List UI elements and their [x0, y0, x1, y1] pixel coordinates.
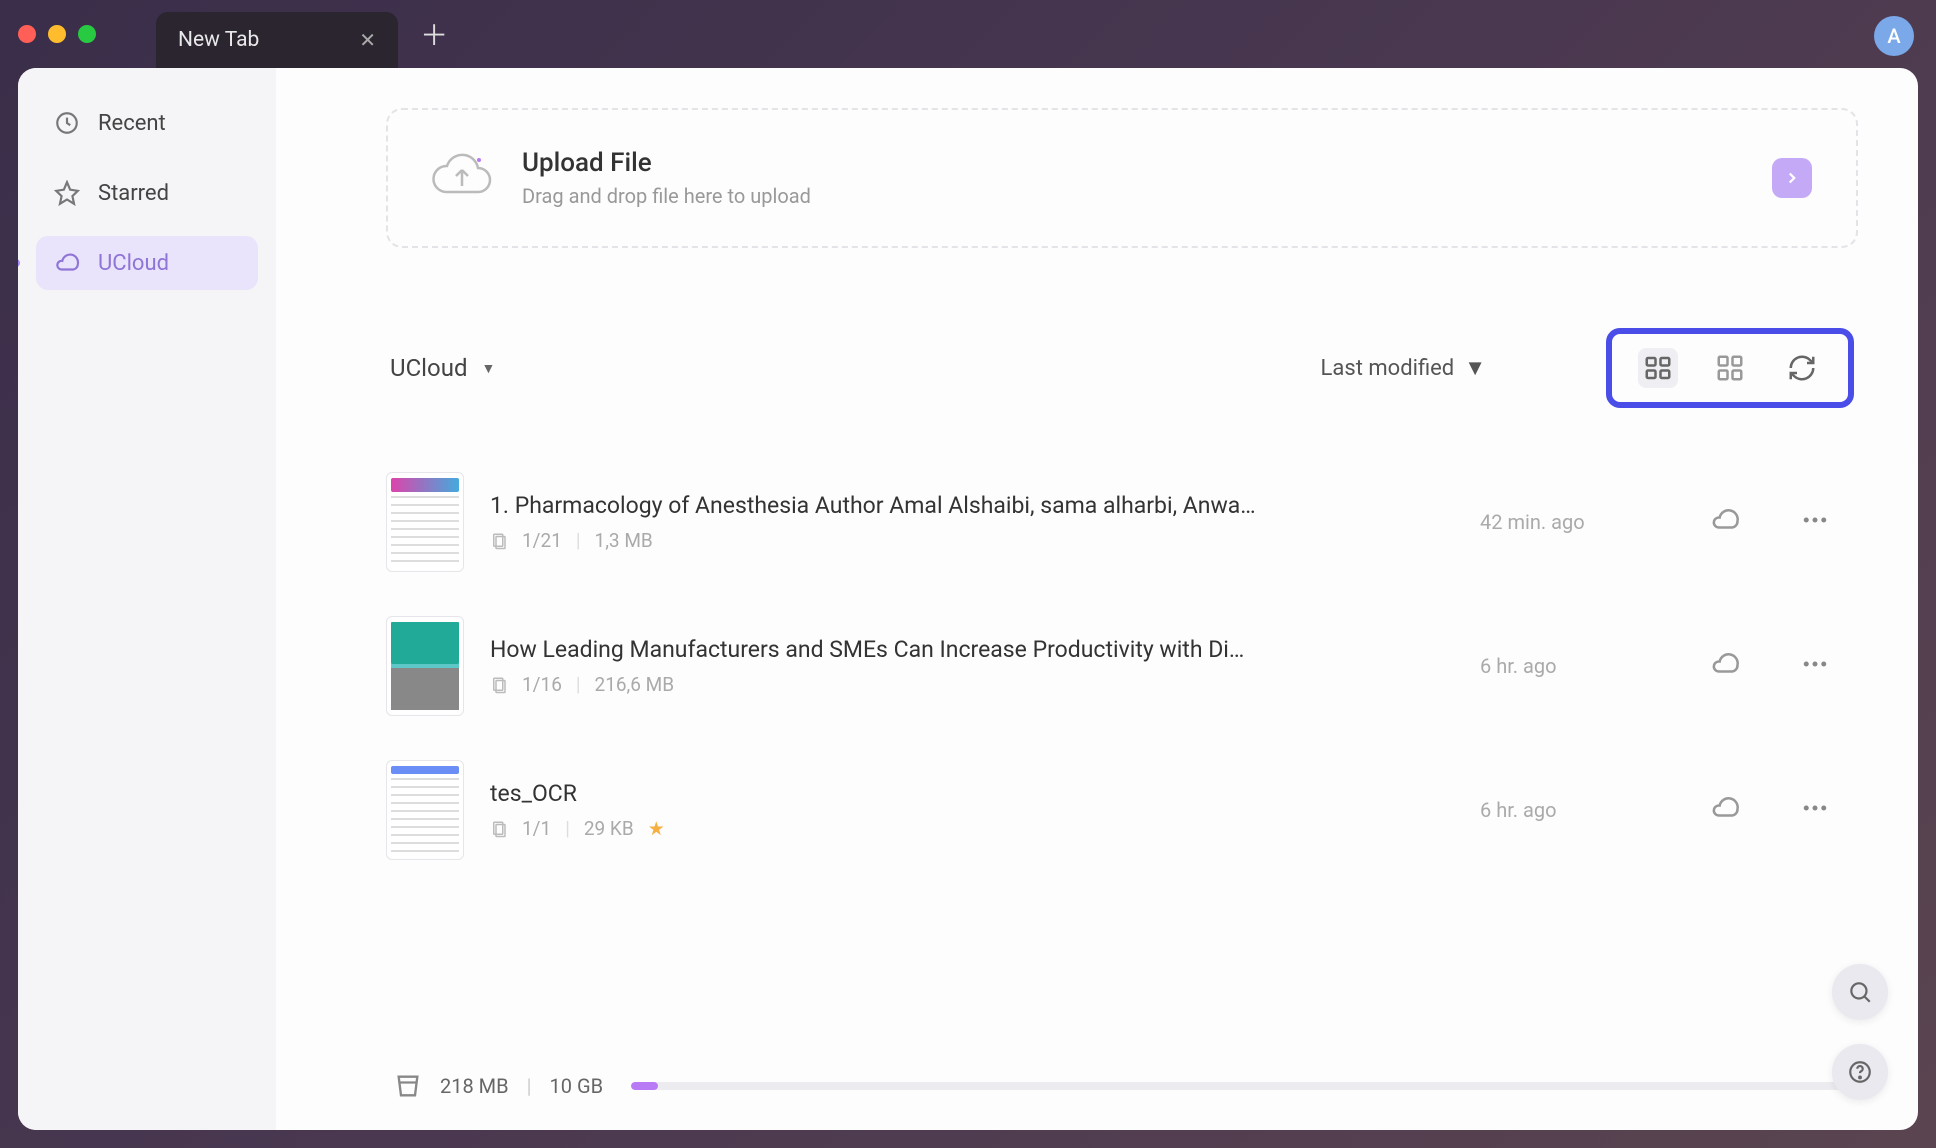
cloud-upload-icon — [432, 150, 492, 206]
sidebar-item-starred[interactable]: Starred — [36, 166, 258, 220]
file-time: 42 min. ago — [1480, 510, 1650, 534]
titlebar: New Tab ✕ ＋ A — [0, 0, 1936, 68]
location-label: UCloud — [390, 354, 467, 382]
caret-down-icon: ▼ — [481, 360, 495, 377]
new-tab-button[interactable]: ＋ — [420, 14, 448, 54]
file-meta: 1/21 | 1,3 MB — [490, 529, 1454, 552]
help-button[interactable] — [1832, 1044, 1888, 1100]
window-controls — [18, 25, 96, 43]
app-window: Recent Starred UCloud — [18, 68, 1918, 1130]
file-name: How Leading Manufacturers and SMEs Can I… — [490, 636, 1310, 663]
toolbar: UCloud ▼ Last modified ▼ — [386, 328, 1858, 408]
file-size: 29 KB — [584, 817, 634, 840]
maximize-window-button[interactable] — [78, 25, 96, 43]
avatar[interactable]: A — [1874, 16, 1914, 56]
file-meta: 1/16 | 216,6 MB — [490, 673, 1454, 696]
view-controls-highlight — [1606, 328, 1854, 408]
file-name: 1. Pharmacology of Anesthesia Author Ama… — [490, 492, 1310, 519]
upload-subtitle: Drag and drop file here to upload — [522, 184, 1742, 208]
file-pages: 1/16 — [522, 673, 562, 696]
file-info: tes_OCR 1/1 | 29 KB ★ — [490, 780, 1454, 840]
tabs: New Tab ✕ ＋ — [156, 0, 448, 68]
file-list: 1. Pharmacology of Anesthesia Author Ama… — [386, 450, 1858, 1052]
file-time: 6 hr. ago — [1480, 654, 1650, 678]
sidebar-item-recent[interactable]: Recent — [36, 96, 258, 150]
file-pages: 1/1 — [522, 817, 551, 840]
cloud-status-icon — [1710, 793, 1740, 827]
minimize-window-button[interactable] — [48, 25, 66, 43]
more-button[interactable] — [1800, 793, 1830, 827]
file-info: How Leading Manufacturers and SMEs Can I… — [490, 636, 1454, 696]
upload-expand-button[interactable] — [1772, 158, 1812, 198]
file-thumbnail — [386, 760, 464, 860]
file-thumbnail — [386, 616, 464, 716]
star-filled-icon: ★ — [648, 817, 665, 840]
file-size: 1,3 MB — [595, 529, 653, 552]
cloud-icon — [54, 250, 80, 276]
pages-icon — [490, 820, 508, 838]
sidebar-item-ucloud[interactable]: UCloud — [36, 236, 258, 290]
sidebar-item-label: Recent — [98, 111, 166, 136]
tab-label: New Tab — [178, 28, 259, 52]
storage-total: 10 GB — [550, 1074, 604, 1098]
file-thumbnail — [386, 472, 464, 572]
sidebar-item-label: Starred — [98, 181, 169, 206]
sort-dropdown[interactable]: Last modified ▼ — [1321, 355, 1486, 381]
refresh-button[interactable] — [1782, 348, 1822, 388]
file-pages: 1/21 — [522, 529, 562, 552]
list-view-button[interactable] — [1638, 348, 1678, 388]
pages-icon — [490, 532, 508, 550]
upload-title: Upload File — [522, 148, 1742, 178]
upload-dropzone[interactable]: Upload File Drag and drop file here to u… — [386, 108, 1858, 248]
pages-icon — [490, 676, 508, 694]
storage-icon — [394, 1072, 422, 1100]
floating-buttons — [1832, 964, 1888, 1100]
storage-progress — [631, 1082, 1850, 1090]
location-dropdown[interactable]: UCloud ▼ — [390, 354, 495, 382]
close-tab-icon[interactable]: ✕ — [359, 28, 376, 52]
storage-bar: 218 MB | 10 GB — [386, 1052, 1858, 1110]
file-time: 6 hr. ago — [1480, 798, 1650, 822]
file-size: 216,6 MB — [595, 673, 675, 696]
caret-down-icon: ▼ — [1464, 355, 1486, 381]
cloud-status-icon — [1710, 649, 1740, 683]
close-window-button[interactable] — [18, 25, 36, 43]
file-name: tes_OCR — [490, 780, 1310, 807]
storage-used: 218 MB — [440, 1074, 509, 1098]
file-row[interactable]: How Leading Manufacturers and SMEs Can I… — [386, 594, 1830, 738]
main-content: Upload File Drag and drop file here to u… — [276, 68, 1918, 1130]
cloud-status-icon — [1710, 505, 1740, 539]
more-button[interactable] — [1800, 505, 1830, 539]
grid-view-button[interactable] — [1710, 348, 1750, 388]
more-button[interactable] — [1800, 649, 1830, 683]
sidebar-item-label: UCloud — [98, 251, 169, 276]
file-row[interactable]: 1. Pharmacology of Anesthesia Author Ama… — [386, 450, 1830, 594]
tab-new[interactable]: New Tab ✕ — [156, 12, 398, 68]
search-button[interactable] — [1832, 964, 1888, 1020]
file-meta: 1/1 | 29 KB ★ — [490, 817, 1454, 840]
star-icon — [54, 180, 80, 206]
sidebar: Recent Starred UCloud — [18, 68, 276, 1130]
storage-progress-fill — [631, 1082, 658, 1090]
avatar-letter: A — [1887, 24, 1900, 48]
clock-icon — [54, 110, 80, 136]
sort-label: Last modified — [1321, 356, 1455, 381]
file-row[interactable]: tes_OCR 1/1 | 29 KB ★ 6 hr. ago — [386, 738, 1830, 882]
file-info: 1. Pharmacology of Anesthesia Author Ama… — [490, 492, 1454, 552]
upload-text: Upload File Drag and drop file here to u… — [522, 148, 1742, 208]
